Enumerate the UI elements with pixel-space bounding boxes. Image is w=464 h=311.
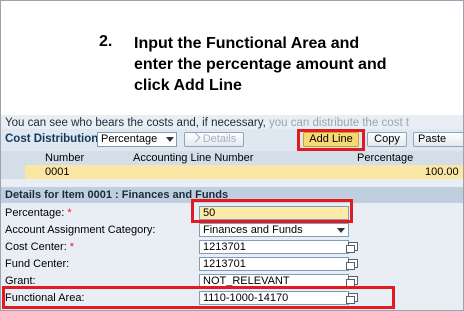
fund-center-input[interactable]: 1213701 bbox=[199, 257, 349, 271]
category-row: Account Assignment Category: Finances an… bbox=[1, 222, 463, 239]
instruction-panel: 2. Input the Functional Area and enter t… bbox=[1, 1, 463, 115]
row-number: 0001 bbox=[45, 166, 70, 178]
details-label: Details bbox=[202, 133, 237, 145]
col-percentage-header: Percentage bbox=[357, 152, 414, 164]
sap-cost-distribution-panel: You can see who bears the costs and, if … bbox=[1, 115, 463, 310]
value-help-icon[interactable] bbox=[346, 259, 358, 270]
info-text-faded: you can distribute the cost t bbox=[269, 117, 410, 129]
chevron-down-icon bbox=[166, 137, 174, 142]
value-help-icon[interactable] bbox=[346, 242, 358, 253]
screenshot-frame: 2. Input the Functional Area and enter t… bbox=[0, 0, 464, 311]
instruction-line-2: enter the percentage amount and bbox=[134, 56, 387, 73]
col-number-header: Number bbox=[45, 152, 85, 164]
account-assignment-category-select[interactable]: Finances and Funds bbox=[199, 223, 349, 237]
add-line-highlight bbox=[297, 129, 365, 151]
row-selector[interactable] bbox=[1, 165, 25, 179]
instruction-text: Input the Functional Area and enter the … bbox=[134, 33, 444, 96]
cost-center-label: Cost Center: * bbox=[5, 239, 74, 255]
col-accounting-line-header: Accounting Line Number bbox=[133, 152, 254, 164]
info-text: You can see who bears the costs and, if … bbox=[5, 117, 409, 129]
copy-button[interactable]: Copy bbox=[367, 132, 407, 147]
percentage-label-text: Percentage: bbox=[5, 207, 65, 219]
paste-button[interactable]: Paste bbox=[413, 132, 463, 147]
required-marker: * bbox=[69, 241, 75, 253]
step-number: 2. bbox=[99, 33, 113, 50]
category-label: Account Assignment Category: bbox=[5, 224, 156, 236]
functional-area-highlight bbox=[2, 286, 395, 309]
cost-center-label-text: Cost Center: bbox=[5, 241, 67, 253]
fund-center-label: Fund Center: bbox=[5, 258, 70, 270]
cost-distribution-title: Cost Distribution bbox=[5, 133, 99, 145]
value-help-icon[interactable] bbox=[346, 276, 358, 287]
table-row[interactable]: 0001 100.00 bbox=[1, 165, 463, 179]
instruction-line-1: Input the Functional Area and bbox=[134, 35, 360, 52]
instruction-line-3: click Add Line bbox=[134, 77, 242, 94]
percentage-highlight bbox=[191, 199, 353, 223]
functional-area-row: Functional Area: 1110-1000-14170 bbox=[1, 286, 463, 309]
cost-center-row: Cost Center: * 1213701 bbox=[1, 239, 463, 256]
table-header: Number Accounting Line Number Percentage bbox=[1, 151, 463, 165]
chevron-right-icon bbox=[190, 132, 201, 143]
cost-center-input[interactable]: 1213701 bbox=[199, 240, 349, 254]
cost-distribution-toolbar: Cost Distribution Percentage Details Add… bbox=[1, 129, 463, 151]
distribution-mode-value: Percentage bbox=[101, 133, 158, 145]
required-marker: * bbox=[67, 207, 72, 219]
percentage-label: Percentage: * bbox=[5, 205, 72, 221]
distribution-mode-select[interactable]: Percentage bbox=[97, 132, 177, 147]
details-button[interactable]: Details bbox=[184, 132, 244, 147]
category-value: Finances and Funds bbox=[203, 224, 303, 236]
chevron-down-icon bbox=[337, 228, 345, 233]
fund-center-row: Fund Center: 1213701 bbox=[1, 256, 463, 273]
percentage-row: Percentage: * 50 bbox=[1, 199, 463, 223]
row-percentage: 100.00 bbox=[425, 166, 459, 178]
info-text-visible: You can see who bears the costs and, if … bbox=[5, 117, 270, 129]
